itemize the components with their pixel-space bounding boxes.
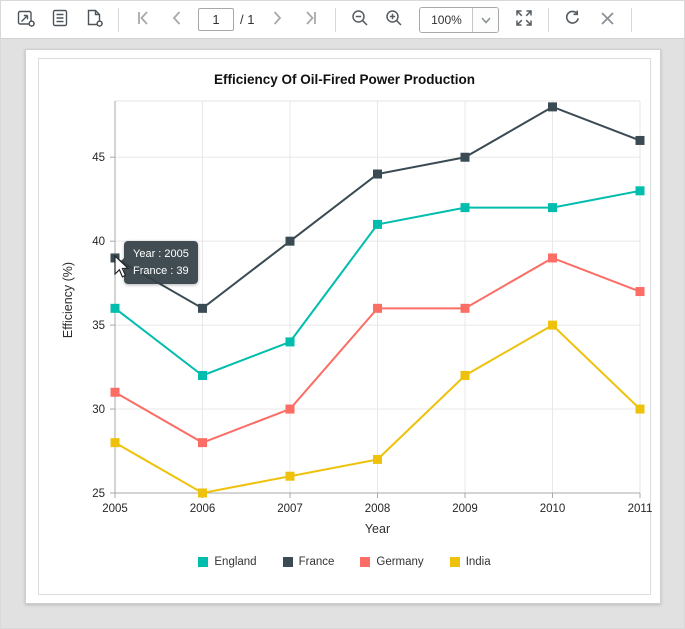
data-point-england-2009[interactable] xyxy=(460,203,470,213)
data-point-england-2007[interactable] xyxy=(285,337,295,347)
page-settings-button[interactable] xyxy=(79,5,109,35)
x-tick-label: 2008 xyxy=(365,503,391,515)
chevron-down-icon[interactable] xyxy=(472,7,499,32)
close-icon xyxy=(600,11,615,29)
zoom-in-icon xyxy=(385,9,403,30)
tooltip-line-value: France : 39 xyxy=(133,264,189,277)
data-point-germany-2010[interactable] xyxy=(548,253,557,263)
zoom-level-value: 100% xyxy=(431,12,462,27)
page-count-label: / 1 xyxy=(240,12,255,27)
toolbar-separator xyxy=(118,7,119,32)
close-button[interactable] xyxy=(592,5,622,35)
data-point-germany-2011[interactable] xyxy=(635,287,645,297)
last-page-button[interactable] xyxy=(296,5,326,35)
page-number-input[interactable] xyxy=(198,8,234,31)
document-text-icon xyxy=(51,9,69,30)
tooltip-line-year: Year : 2005 xyxy=(133,248,189,260)
toolbar-separator xyxy=(631,7,633,32)
x-axis-title: Year xyxy=(364,522,391,536)
data-point-germany-2007[interactable] xyxy=(285,404,295,414)
chevron-left-icon xyxy=(169,10,185,29)
first-page-icon xyxy=(135,10,151,29)
x-tick-label: 2011 xyxy=(628,503,652,515)
data-point-germany-2008[interactable] xyxy=(373,303,382,313)
data-point-germany-2006[interactable] xyxy=(198,438,207,448)
chart-svg[interactable]: 25 30 35 40 45 2005 2006 2007 2008 2009 2010 2011 xyxy=(39,59,652,596)
fit-to-page-icon xyxy=(515,9,533,30)
legend-label: England xyxy=(214,556,257,568)
data-point-england-2010[interactable] xyxy=(548,203,557,213)
y-tick-label: 45 xyxy=(92,152,105,164)
toolbar: / 1 xyxy=(1,1,684,39)
chart-tooltip: Year : 2005 France : 39 xyxy=(119,241,198,284)
data-point-france-2010[interactable] xyxy=(548,102,557,112)
data-point-india-2011[interactable] xyxy=(635,404,645,414)
zoom-out-button[interactable] xyxy=(345,5,375,35)
legend-label: Germany xyxy=(376,556,424,568)
data-point-england-2011[interactable] xyxy=(635,186,645,196)
previous-page-button[interactable] xyxy=(162,5,192,35)
next-page-button[interactable] xyxy=(262,5,292,35)
legend-swatch xyxy=(282,557,293,567)
page-settings-icon xyxy=(85,9,104,31)
viewer-area[interactable]: Efficiency Of Oil-Fired Power Production… xyxy=(1,39,684,628)
organize-pages-button[interactable] xyxy=(45,5,75,35)
legend-label: France xyxy=(298,556,335,568)
y-tick-label: 40 xyxy=(92,236,105,248)
legend-swatch xyxy=(198,557,209,567)
y-tick-label: 25 xyxy=(92,488,105,500)
toolbar-separator xyxy=(548,7,550,32)
data-point-india-2008[interactable] xyxy=(373,454,382,464)
data-point-england-2008[interactable] xyxy=(373,219,382,229)
refresh-icon xyxy=(564,9,582,30)
data-point-india-2005[interactable] xyxy=(110,438,120,448)
chevron-right-icon xyxy=(269,10,285,29)
legend-item-germany[interactable]: Germany xyxy=(360,556,424,568)
data-point-india-2010[interactable] xyxy=(548,320,557,330)
data-point-france-2011[interactable] xyxy=(635,135,645,145)
legend-item-france[interactable]: France xyxy=(282,556,335,568)
data-point-england-2005[interactable] xyxy=(110,303,120,313)
export-image-icon xyxy=(17,9,36,31)
y-tick-label: 35 xyxy=(92,320,105,332)
legend-label: India xyxy=(465,556,491,568)
data-point-germany-2005[interactable] xyxy=(110,387,120,397)
pdf-viewer-app: / 1 xyxy=(0,0,685,629)
last-page-icon xyxy=(303,10,319,29)
x-tick-label: 2009 xyxy=(452,503,478,515)
y-tick-label: 30 xyxy=(92,404,105,416)
refresh-button[interactable] xyxy=(558,5,588,35)
x-tick-label: 2007 xyxy=(277,503,303,515)
data-point-france-2008[interactable] xyxy=(373,169,382,179)
x-tick-label: 2005 xyxy=(102,503,128,515)
legend-item-england[interactable]: England xyxy=(198,556,257,568)
data-point-france-2006[interactable] xyxy=(198,303,207,313)
data-point-india-2006[interactable] xyxy=(198,488,207,498)
zoom-in-button[interactable] xyxy=(379,5,409,35)
document-page: Efficiency Of Oil-Fired Power Production… xyxy=(25,49,661,604)
data-point-france-2007[interactable] xyxy=(285,236,295,246)
legend-swatch xyxy=(360,557,371,567)
x-tick-label: 2010 xyxy=(540,503,566,515)
data-point-india-2007[interactable] xyxy=(285,471,295,481)
chart-legend: England France Germany India xyxy=(39,556,650,568)
data-point-germany-2009[interactable] xyxy=(460,303,470,313)
data-point-england-2006[interactable] xyxy=(198,370,207,380)
export-as-image-button[interactable] xyxy=(11,5,41,35)
data-point-france-2009[interactable] xyxy=(460,152,470,162)
chart-container: Efficiency Of Oil-Fired Power Production… xyxy=(38,58,652,596)
toolbar-separator xyxy=(335,7,337,32)
zoom-out-icon xyxy=(351,9,369,30)
legend-item-india[interactable]: India xyxy=(449,556,491,568)
zoom-level-dropdown[interactable]: 100% xyxy=(419,6,500,33)
fit-to-page-button[interactable] xyxy=(509,5,539,35)
mouse-cursor-icon xyxy=(114,255,130,278)
data-point-india-2009[interactable] xyxy=(460,370,470,380)
legend-swatch xyxy=(449,557,460,567)
x-tick-label: 2006 xyxy=(190,503,216,515)
first-page-button[interactable] xyxy=(128,5,158,35)
